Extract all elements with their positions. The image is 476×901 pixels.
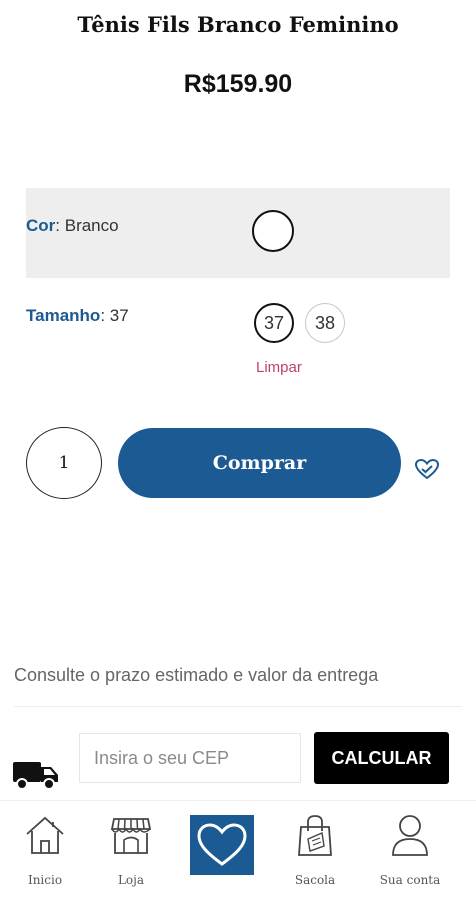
clear-selection-link[interactable]: Limpar: [256, 359, 302, 376]
bottom-nav: Inicio Loja Sacola Sua conta: [0, 800, 476, 901]
calculate-button[interactable]: CALCULAR: [314, 732, 449, 784]
size-value: : 37: [100, 306, 129, 325]
store-icon: [110, 818, 152, 854]
color-row: Cor: Branco: [26, 188, 450, 278]
nav-favorites-button[interactable]: [190, 815, 254, 875]
nav-label-loja: Loja: [117, 873, 145, 887]
nav-label-sua-conta: Sua conta: [379, 873, 441, 887]
heart-icon: [197, 823, 247, 866]
size-option-38[interactable]: 38: [305, 303, 345, 343]
shopping-bag-icon: [298, 815, 332, 856]
quantity-field[interactable]: 1: [26, 427, 102, 499]
nav-item-sua-conta[interactable]: Sua conta: [365, 811, 455, 891]
user-icon: [392, 815, 428, 856]
cep-input[interactable]: [79, 733, 301, 783]
size-option-37[interactable]: 37: [254, 303, 294, 343]
color-swatch-white[interactable]: [252, 210, 294, 252]
shipping-prompt: Consulte o prazo estimado e valor da ent…: [14, 665, 379, 685]
color-value: : Branco: [55, 216, 119, 235]
nav-item-loja[interactable]: Loja: [86, 811, 176, 891]
product-price: R$159.90: [183, 70, 293, 98]
nav-label-inicio: Inicio: [27, 873, 63, 887]
product-title: Tênis Fils Branco Feminino: [77, 12, 399, 37]
truck-icon: [13, 762, 58, 790]
wishlist-heart-icon[interactable]: [414, 458, 440, 480]
nav-item-inicio[interactable]: Inicio: [0, 811, 90, 891]
divider: [14, 706, 462, 707]
home-icon: [26, 816, 64, 854]
nav-item-sacola[interactable]: Sacola: [270, 811, 360, 891]
color-label: Cor: [26, 216, 56, 235]
color-attribute: Cor: Branco: [26, 216, 119, 236]
size-label: Tamanho: [26, 306, 101, 325]
size-attribute: Tamanho: 37: [26, 306, 129, 326]
buy-button[interactable]: Comprar: [118, 428, 401, 498]
nav-label-sacola: Sacola: [294, 873, 336, 887]
